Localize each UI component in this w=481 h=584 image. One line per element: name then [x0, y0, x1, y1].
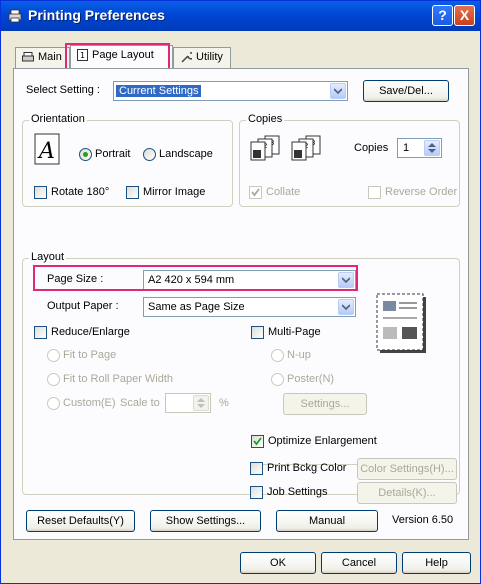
portrait-label: Portrait	[95, 148, 131, 160]
print-bckg-color-checkbox[interactable]	[250, 462, 263, 475]
n-up-label: N-up	[287, 349, 311, 361]
job-settings-checkbox[interactable]	[250, 486, 263, 499]
page-layout-icon: 1	[77, 49, 88, 62]
title-bar[interactable]: Printing Preferences ? X	[1, 1, 480, 31]
close-title-button[interactable]: X	[454, 5, 475, 26]
collate-label: Collate	[266, 186, 301, 198]
wrench-icon	[181, 52, 192, 63]
chevron-down-icon	[338, 299, 354, 315]
scale-to-label: Scale to	[120, 397, 160, 409]
select-setting-dropdown[interactable]: Current Settings	[113, 81, 348, 101]
orientation-group: Orientation A Portrait Landscape Rotate …	[22, 113, 233, 207]
collate-pages-icon: 3 2	[250, 135, 280, 161]
show-settings-button[interactable]: Show Settings...	[150, 510, 261, 532]
page-size-dropdown[interactable]: A2 420 x 594 mm	[143, 270, 356, 290]
help-title-button[interactable]: ?	[432, 5, 453, 26]
fit-to-page-radio[interactable]	[47, 349, 60, 362]
copies-value: 1	[403, 142, 410, 154]
optimize-enlargement-checkbox[interactable]	[251, 435, 264, 448]
spinner-arrows-icon[interactable]	[424, 140, 440, 156]
color-settings-button[interactable]: Color Settings(H)...	[357, 458, 457, 480]
custom-radio[interactable]	[47, 397, 60, 410]
details-button[interactable]: Details(K)...	[357, 482, 457, 504]
svg-text:1: 1	[80, 51, 85, 60]
tab-utility[interactable]: Utility	[173, 47, 231, 68]
copies-spinner[interactable]: 1	[397, 138, 442, 158]
select-setting-value: Current Settings	[116, 85, 202, 97]
page-size-value: A2 420 x 594 mm	[148, 274, 235, 286]
reduce-enlarge-label: Reduce/Enlarge	[51, 326, 130, 338]
multi-page-settings-button[interactable]: Settings...	[283, 393, 367, 415]
close-icon: X	[459, 7, 470, 23]
copies-group-title: Copies	[246, 113, 285, 125]
chevron-down-icon	[330, 83, 346, 99]
layout-group-title: Layout	[29, 251, 67, 263]
tab-page-layout-label: Page Layout	[92, 49, 154, 61]
reset-defaults-button[interactable]: Reset Defaults(Y)	[26, 510, 135, 532]
copies-group: Copies 3 2 3 2 Copies 1 Collate Reverse …	[239, 113, 460, 207]
spinner-arrows-icon[interactable]	[193, 395, 209, 411]
printer-icon	[22, 51, 34, 62]
mirror-image-label: Mirror Image	[143, 186, 206, 198]
n-up-radio[interactable]	[271, 349, 284, 362]
orientation-group-title: Orientation	[29, 113, 87, 125]
window-title: Printing Preferences	[28, 7, 165, 23]
landscape-radio[interactable]	[143, 148, 156, 161]
job-settings-label: Job Settings	[267, 486, 328, 498]
printing-preferences-window: Printing Preferences ? X Main 1 Page Layo…	[0, 0, 481, 584]
page-layout-panel: Select Setting : Current Settings Save/D…	[13, 68, 469, 540]
tab-main-label: Main	[38, 51, 62, 63]
manual-button[interactable]: Manual	[276, 510, 378, 532]
percent-label: %	[219, 397, 229, 409]
select-setting-label: Select Setting :	[26, 84, 100, 96]
radio-dot	[83, 152, 88, 157]
landscape-label: Landscape	[159, 148, 213, 160]
poster-label: Poster(N)	[287, 373, 335, 385]
ok-button[interactable]: OK	[240, 552, 316, 574]
collate-checkbox[interactable]	[249, 186, 262, 199]
output-paper-label: Output Paper :	[47, 300, 119, 312]
mirror-image-checkbox[interactable]	[126, 186, 139, 199]
multi-page-checkbox[interactable]	[251, 326, 264, 339]
page-size-label: Page Size :	[47, 273, 104, 285]
scale-spinner[interactable]	[165, 393, 211, 413]
page-preview-icon	[376, 293, 426, 353]
tab-page-layout[interactable]: 1 Page Layout	[70, 45, 173, 69]
printer-app-icon	[8, 9, 22, 23]
help-question-icon: ?	[438, 7, 447, 23]
custom-label: Custom(E)	[63, 397, 116, 409]
tab-main[interactable]: Main	[15, 47, 70, 68]
stack-pages-icon: 3 2	[291, 135, 321, 161]
portrait-page-icon: A	[34, 133, 60, 165]
output-paper-dropdown[interactable]: Same as Page Size	[143, 297, 356, 317]
portrait-radio[interactable]	[79, 148, 92, 161]
svg-text:A: A	[37, 139, 55, 164]
reduce-enlarge-checkbox[interactable]	[34, 326, 47, 339]
fit-to-page-label: Fit to Page	[63, 349, 117, 361]
rotate-180-checkbox[interactable]	[34, 186, 47, 199]
fit-roll-paper-label: Fit to Roll Paper Width	[63, 373, 174, 385]
reverse-order-label: Reverse Order	[385, 186, 458, 198]
reverse-order-checkbox[interactable]	[368, 186, 381, 199]
save-del-button[interactable]: Save/Del...	[363, 80, 449, 102]
version-label: Version 6.50	[392, 514, 454, 526]
print-bckg-color-label: Print Bckg Color	[267, 462, 347, 474]
rotate-180-label: Rotate 180°	[51, 186, 110, 198]
poster-radio[interactable]	[271, 373, 284, 386]
copies-label: Copies	[354, 142, 389, 154]
tab-utility-label: Utility	[196, 51, 223, 63]
help-button[interactable]: Help	[402, 552, 471, 574]
optimize-enlargement-label: Optimize Enlargement	[268, 435, 377, 447]
fit-roll-paper-radio[interactable]	[47, 373, 60, 386]
multi-page-label: Multi-Page	[268, 326, 321, 338]
cancel-button[interactable]: Cancel	[321, 552, 397, 574]
chevron-down-icon	[338, 272, 354, 288]
output-paper-value: Same as Page Size	[148, 301, 245, 313]
